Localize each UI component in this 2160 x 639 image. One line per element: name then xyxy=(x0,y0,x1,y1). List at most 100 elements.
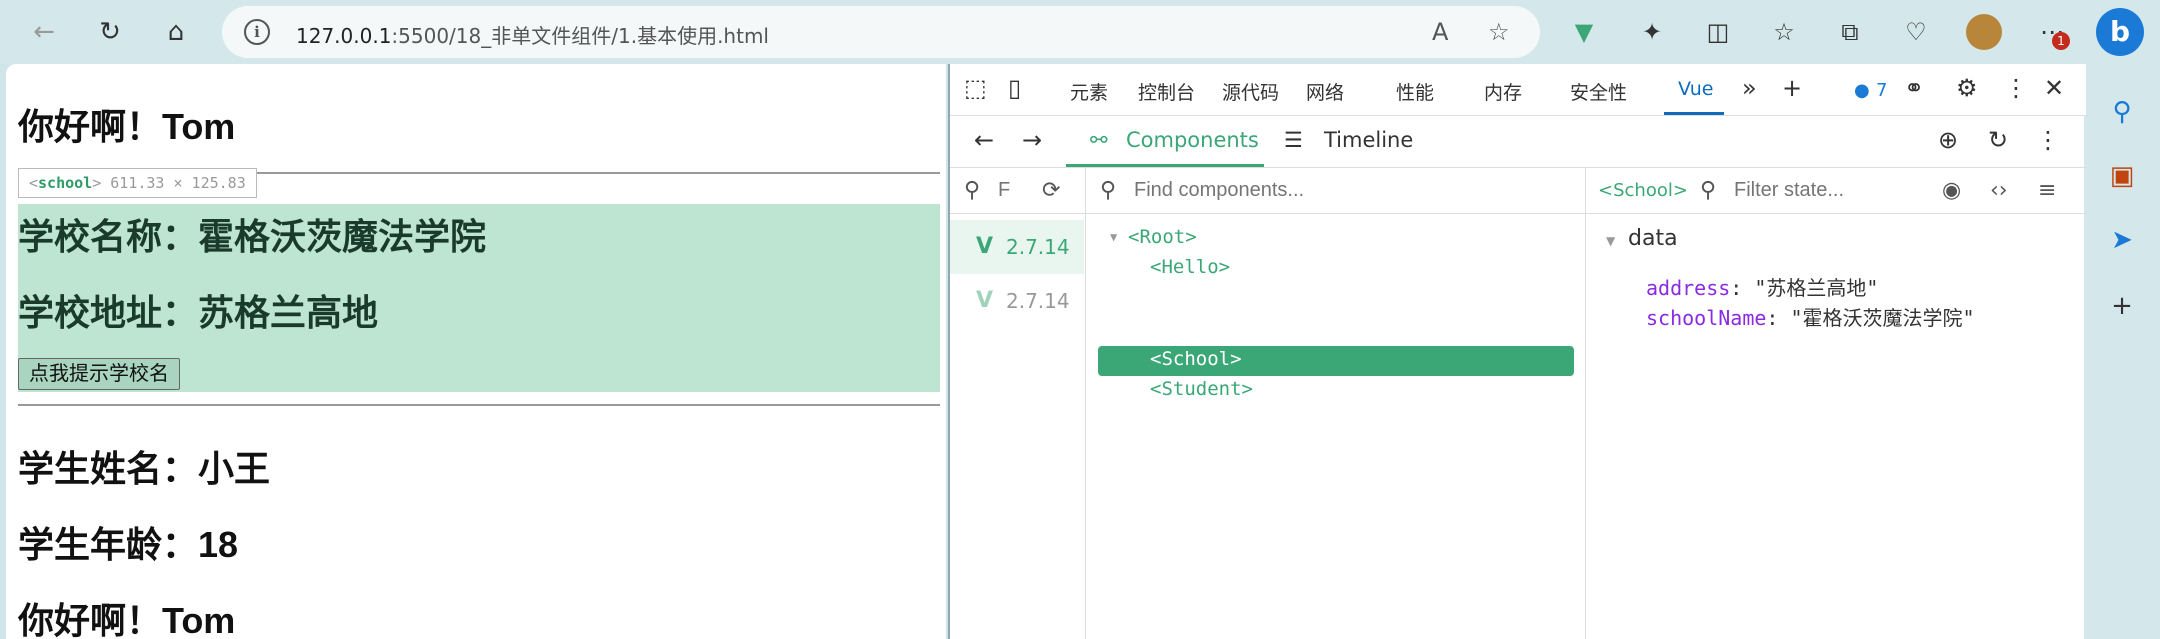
add-tab-icon[interactable]: + xyxy=(1782,74,1802,102)
tree-node-school[interactable]: <School> xyxy=(1150,348,1242,370)
state-row[interactable]: address: "苏格兰高地" xyxy=(1646,272,1878,301)
url-text[interactable]: 127.0.0.1:5500/18_非单文件组件/1.基本使用.html xyxy=(296,20,769,49)
components-filter-row: ⚲ xyxy=(1086,168,1585,214)
favorite-star-icon[interactable]: ☆ xyxy=(1488,18,1510,46)
split-screen-icon[interactable]: ◫ xyxy=(1700,14,1736,50)
timeline-tab-icon: ☰ xyxy=(1284,128,1303,152)
app-version-item[interactable]: V 2.7.14 xyxy=(950,220,1084,274)
settings-gear-icon[interactable]: ⚙ xyxy=(1956,74,1978,102)
tab-performance[interactable]: 性能 xyxy=(1396,78,1434,105)
vue-extension-icon[interactable]: ▼ xyxy=(1566,14,1602,50)
show-source-icon[interactable]: ‹› xyxy=(1990,178,2008,203)
state-section-title: data xyxy=(1628,226,1678,251)
web-page: 你好啊！Tom <school> 611.33 × 125.83 学校名称：霍格… xyxy=(6,64,946,639)
school-address-heading: 学校地址：苏格兰高地 xyxy=(18,292,379,333)
vue-logo-icon: V xyxy=(976,288,994,313)
search-icon: ⚲ xyxy=(1100,178,1117,203)
tab-network[interactable]: 网络 xyxy=(1306,78,1344,105)
browser-essentials-icon[interactable]: ♡ xyxy=(1898,14,1934,50)
url-rest: :5500/18_非单文件组件/1.基本使用.html xyxy=(391,24,769,48)
school-name-heading: 学校名称：霍格沃茨魔法学院 xyxy=(18,216,487,257)
app-version-item[interactable]: V 2.7.14 xyxy=(950,274,1084,328)
site-info-glyph: i xyxy=(254,23,260,41)
tab-elements[interactable]: 元素 xyxy=(1070,78,1108,105)
filter-state-input[interactable] xyxy=(1734,179,1914,202)
apps-filter-input[interactable] xyxy=(998,179,1018,202)
vue-back-icon[interactable]: ← xyxy=(974,126,994,154)
state-colon: : xyxy=(1730,276,1755,300)
app-version-label: 2.7.14 xyxy=(1006,235,1070,259)
state-colon: : xyxy=(1766,306,1791,330)
address-bar[interactable]: i 127.0.0.1:5500/18_非单文件组件/1.基本使用.html A… xyxy=(222,6,1540,58)
vue-forward-icon[interactable]: → xyxy=(1022,126,1042,154)
back-arrow-icon[interactable]: ← xyxy=(24,12,64,52)
notification-badge: 1 xyxy=(2052,32,2070,50)
expand-triangle-icon[interactable]: ▼ xyxy=(1110,230,1117,244)
favorites-icon[interactable]: ☆ xyxy=(1766,14,1802,50)
connections-icon[interactable]: ⚭ xyxy=(1904,74,1924,102)
active-tab-underline xyxy=(1664,112,1724,115)
tab-sources[interactable]: 源代码 xyxy=(1222,78,1279,105)
state-key: schoolName xyxy=(1646,306,1767,330)
refresh-icon[interactable]: ↻ xyxy=(90,12,130,52)
tab-vue[interactable]: Vue xyxy=(1678,78,1713,100)
issues-icon[interactable]: ● xyxy=(1854,80,1870,101)
state-filter-row: <School> ⚲ ◉ ‹› ≡ xyxy=(1586,168,2086,214)
select-component-target-icon[interactable]: ⊕ xyxy=(1938,126,1958,154)
inspect-element-icon[interactable]: ⬚ xyxy=(964,74,987,102)
app-version-label: 2.7.14 xyxy=(1006,289,1070,313)
vue-refresh-icon[interactable]: ↻ xyxy=(1988,126,2008,154)
hello-heading: 你好啊！Tom xyxy=(18,106,236,147)
component-tree-column: ⚲ ▼ <Root> <Hello> <School> <Student> xyxy=(1086,168,1586,639)
browser-toolbar: ← ↻ ⌂ i 127.0.0.1:5500/18_非单文件组件/1.基本使用.… xyxy=(0,0,2160,64)
state-row[interactable]: schoolName: "霍格沃茨魔法学院" xyxy=(1646,302,1975,331)
devtools-panel: ⬚ ▯ 元素 控制台 源代码 网络 性能 内存 安全性 Vue » + ● 7 … xyxy=(948,64,2086,639)
vue-more-icon[interactable]: ⋮ xyxy=(2036,126,2060,154)
inspect-dom-icon[interactable]: ≡ xyxy=(2038,178,2056,203)
tab-memory[interactable]: 内存 xyxy=(1484,78,1522,105)
devtools-more-icon[interactable]: ⋮ xyxy=(2004,74,2028,102)
show-school-name-button[interactable]: 点我提示学校名 xyxy=(18,358,180,390)
tree-node-hello[interactable]: <Hello> xyxy=(1150,256,1230,278)
components-tab-underline xyxy=(1066,164,1264,167)
sidebar-tools-icon[interactable]: ▣ xyxy=(2104,158,2140,194)
sidebar-search-icon[interactable]: ⚲ xyxy=(2104,94,2140,130)
more-tabs-icon[interactable]: » xyxy=(1742,74,1757,102)
search-icon: ⚲ xyxy=(964,178,981,203)
state-value: "霍格沃茨魔法学院" xyxy=(1790,306,1975,330)
refresh-apps-icon[interactable]: ⟳ xyxy=(1042,178,1060,203)
read-aloud-icon[interactable]: A xyxy=(1432,18,1448,46)
find-components-input[interactable] xyxy=(1134,179,1534,202)
student-age-heading: 学生年龄：18 xyxy=(18,524,239,565)
hello-heading: 你好啊！Tom xyxy=(18,600,236,639)
close-devtools-icon[interactable]: ✕ xyxy=(2044,74,2064,102)
copilot-icon[interactable]: b xyxy=(2096,8,2144,56)
tab-console[interactable]: 控制台 xyxy=(1138,78,1195,105)
student-name-heading: 学生姓名：小王 xyxy=(18,448,271,489)
sidebar-add-icon[interactable]: + xyxy=(2104,288,2140,324)
profile-avatar[interactable] xyxy=(1966,14,2002,50)
state-inspector-column: <School> ⚲ ◉ ‹› ≡ ▼ data address: "苏格兰高地… xyxy=(1586,168,2086,639)
tab-components[interactable]: Components xyxy=(1126,128,1259,152)
scroll-to-component-icon[interactable]: ◉ xyxy=(1942,178,1961,203)
tab-security[interactable]: 安全性 xyxy=(1570,78,1627,105)
tab-timeline[interactable]: Timeline xyxy=(1324,128,1413,152)
tree-node-student[interactable]: <Student> xyxy=(1150,378,1253,400)
device-emulation-icon[interactable]: ▯ xyxy=(1008,74,1021,102)
apps-column: ⚲ ⟳ V 2.7.14 V 2.7.14 xyxy=(950,168,1086,639)
collapse-data-icon[interactable]: ▼ xyxy=(1606,234,1615,248)
home-icon[interactable]: ⌂ xyxy=(156,12,196,52)
tooltip-tag: school xyxy=(38,174,93,192)
url-host: 127.0.0.1 xyxy=(296,24,392,48)
divider xyxy=(18,404,940,406)
apps-filter-row: ⚲ ⟳ xyxy=(950,168,1085,214)
search-icon: ⚲ xyxy=(1700,178,1717,203)
collections-icon[interactable]: ⧉ xyxy=(1832,14,1868,50)
issues-count: 7 xyxy=(1876,80,1888,101)
component-inspect-tooltip: <school> 611.33 × 125.83 xyxy=(18,168,257,198)
site-info-icon[interactable]: i xyxy=(244,19,270,45)
sidebar-send-icon[interactable]: ➤ xyxy=(2104,222,2140,258)
extensions-icon[interactable]: ✦ xyxy=(1634,14,1670,50)
tree-node-root[interactable]: <Root> xyxy=(1128,226,1197,248)
tooltip-size: 611.33 × 125.83 xyxy=(110,174,246,192)
